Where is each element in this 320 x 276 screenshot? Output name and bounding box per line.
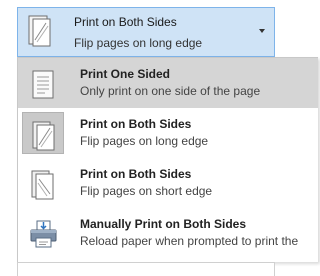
menu-item-manual-duplex[interactable]: Manually Print on Both Sides Reload pape…: [18, 208, 318, 258]
menu-item-subtitle: Flip pages on short edge: [80, 184, 213, 198]
menu-item-subtitle: Only print on one side of the page: [80, 84, 261, 98]
print-sides-menu: Print One Sided Only print on one side o…: [17, 57, 318, 262]
duplex-long-edge-icon: [24, 14, 56, 53]
menu-item-title: Print on Both Sides: [80, 117, 192, 131]
duplex-long-edge-icon: [22, 112, 64, 154]
dropdown-title: Print on Both Sides: [74, 15, 177, 29]
menu-item-print-one-sided[interactable]: Print One Sided Only print on one side o…: [18, 58, 318, 108]
underlying-dropdown-edge: [17, 262, 275, 276]
menu-item-title: Manually Print on Both Sides: [80, 217, 247, 231]
menu-item-print-both-long-edge[interactable]: Print on Both Sides Flip pages on long e…: [18, 108, 318, 158]
single-sided-page-icon: [22, 62, 64, 104]
chevron-down-icon: [259, 29, 265, 33]
printer-manual-duplex-icon: [22, 212, 64, 254]
print-sides-dropdown[interactable]: Print on Both Sides Flip pages on long e…: [17, 7, 275, 57]
dropdown-subtitle: Flip pages on long edge: [74, 36, 203, 50]
menu-item-title: Print on Both Sides: [80, 167, 192, 181]
menu-item-subtitle: Reload paper when prompted to print the: [80, 234, 299, 248]
menu-item-print-both-short-edge[interactable]: Print on Both Sides Flip pages on short …: [18, 158, 318, 208]
menu-item-title: Print One Sided: [80, 67, 171, 81]
menu-item-subtitle: Flip pages on long edge: [80, 134, 209, 148]
duplex-short-edge-icon: [22, 162, 64, 204]
